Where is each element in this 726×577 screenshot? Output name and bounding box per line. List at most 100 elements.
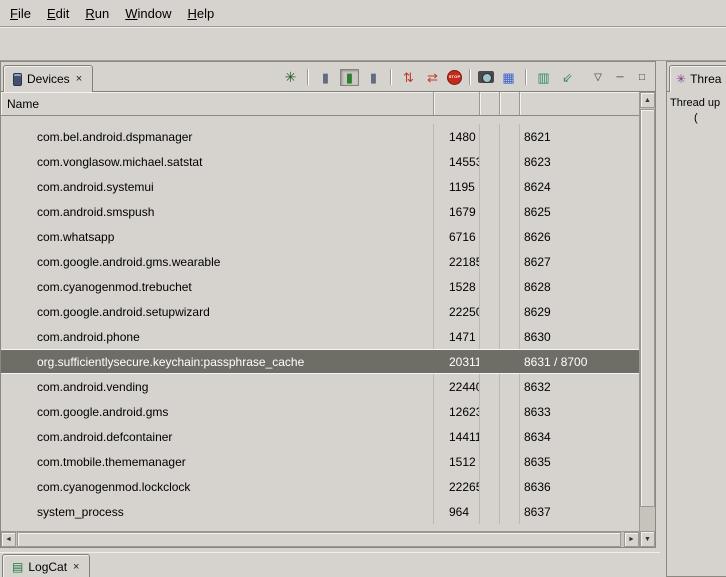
devices-toolbar: ✳ ▮ ▮ ▮ ⇅ ⇄ STOP ▦ ▥ ⇙ <box>281 69 577 86</box>
device-col-spacer <box>500 199 520 224</box>
menu-help[interactable]: Help <box>179 2 222 25</box>
menu-window[interactable]: Window <box>117 2 179 25</box>
device-process-name: com.google.android.gms <box>1 399 434 424</box>
menu-edit[interactable]: Edit <box>39 2 77 25</box>
minimize-icon[interactable]: ─ <box>613 72 627 83</box>
horizontal-scrollbar[interactable]: ◄ ► <box>1 531 639 547</box>
scroll-up-icon[interactable]: ▲ <box>640 92 655 108</box>
device-table-body: com.bel.android.dspmanager 1480 8621 com… <box>1 116 639 530</box>
device-pid: 22265 <box>434 474 480 499</box>
device-col-spacer <box>500 149 520 174</box>
device-col-spacer <box>500 124 520 149</box>
threads-panel: ✳ Threa Thread up ( <box>666 61 726 577</box>
scroll-down-icon[interactable]: ▼ <box>640 531 655 547</box>
device-pid: 1512 <box>434 449 480 474</box>
device-pid: 6716 <box>434 224 480 249</box>
com.android.phone[interactable]: com.android.phone 1471 8630 <box>1 324 639 349</box>
scroll-right-icon[interactable]: ► <box>624 532 639 547</box>
device-col-spacer <box>500 399 520 424</box>
device-process-name: com.bel.android.dspmanager <box>1 124 434 149</box>
device-col-spacer <box>480 399 500 424</box>
capture-systrace-icon[interactable]: ▥ <box>534 69 553 86</box>
show-heap-updates-icon[interactable]: ▮ <box>340 69 359 86</box>
toolbar-separator <box>469 69 471 85</box>
device-pid: 22440 <box>434 374 480 399</box>
close-icon[interactable]: × <box>72 561 80 573</box>
device-col-spacer <box>480 149 500 174</box>
com.whatsapp[interactable]: com.whatsapp 6716 8626 <box>1 224 639 249</box>
logcat-bar: ▤ LogCat × <box>0 552 660 577</box>
tab-logcat-label: LogCat <box>28 560 67 574</box>
column-header-spacer[interactable] <box>480 92 500 115</box>
device-col-spacer <box>500 299 520 324</box>
com.android.smspush[interactable]: com.android.smspush 1679 8625 <box>1 199 639 224</box>
device-port: 8627 <box>520 249 639 274</box>
device-col-spacer <box>500 424 520 449</box>
cause-gc-icon[interactable]: ▮ <box>364 69 383 86</box>
threads-tabbar: ✳ Threa <box>667 62 726 92</box>
device-process-name: org.sufficientlysecure.keychain:passphra… <box>1 350 434 373</box>
com.android.defcontainer[interactable]: com.android.defcontainer 14411 8634 <box>1 424 639 449</box>
device-col-spacer <box>500 224 520 249</box>
device-process-name: com.android.phone <box>1 324 434 349</box>
vertical-scrollbar[interactable]: ▲ ▼ <box>639 92 655 547</box>
device-col-spacer <box>500 499 520 524</box>
column-header-port[interactable] <box>520 92 639 115</box>
com.cyanogenmod.lockclock[interactable]: com.cyanogenmod.lockclock 22265 8636 <box>1 474 639 499</box>
device-process-name: com.google.android.setupwizard <box>1 299 434 324</box>
com.google.android.gms[interactable]: com.google.android.gms 12623 8633 <box>1 399 639 424</box>
device-port: 8634 <box>520 424 639 449</box>
horizontal-scroll-thumb[interactable] <box>17 532 621 547</box>
device-col-spacer <box>500 374 520 399</box>
device-col-spacer <box>480 199 500 224</box>
column-header-pid[interactable] <box>434 92 480 115</box>
vertical-scroll-thumb[interactable] <box>640 109 655 507</box>
logcat-icon: ▤ <box>12 560 23 574</box>
close-icon[interactable]: × <box>75 73 83 85</box>
column-header-spacer[interactable] <box>500 92 520 115</box>
column-header-name[interactable]: Name <box>1 92 434 115</box>
device-col-spacer <box>480 424 500 449</box>
tab-devices[interactable]: Devices × <box>3 65 93 92</box>
method-profiling-icon[interactable]: ⇄ <box>423 69 442 86</box>
com.google.android.gms.wearable[interactable]: com.google.android.gms.wearable 22185 86… <box>1 249 639 274</box>
tab-logcat[interactable]: ▤ LogCat × <box>2 554 90 577</box>
org.sufficientlysecure.keychain:passphrase_cache[interactable]: org.sufficientlysecure.keychain:passphra… <box>1 349 639 374</box>
device-process-name: com.android.systemui <box>1 174 434 199</box>
com.google.android.setupwizard[interactable]: com.google.android.setupwizard 22250 862… <box>1 299 639 324</box>
com.bel.android.dspmanager[interactable]: com.bel.android.dspmanager 1480 8621 <box>1 124 639 149</box>
update-threads-icon[interactable]: ⇅ <box>399 69 418 86</box>
devices-view-tools: ✳ ▮ ▮ ▮ ⇅ ⇄ STOP ▦ ▥ ⇙ ▽ ─ □ <box>281 62 649 92</box>
com.tmobile.thememanager[interactable]: com.tmobile.thememanager 1512 8635 <box>1 449 639 474</box>
device-col-spacer <box>480 249 500 274</box>
com.android.vending[interactable]: com.android.vending 22440 8632 <box>1 374 639 399</box>
device-port: 8633 <box>520 399 639 424</box>
main-toolbar <box>0 27 726 61</box>
device-port: 8632 <box>520 374 639 399</box>
device-port: 8624 <box>520 174 639 199</box>
debug-process-icon[interactable]: ✳ <box>281 69 300 86</box>
com.vonglasow.michael.satstat[interactable]: com.vonglasow.michael.satstat 14553 8623 <box>1 149 639 174</box>
device-port: 8623 <box>520 149 639 174</box>
screen-capture-icon[interactable] <box>478 71 494 83</box>
view-menu-icon[interactable]: ▽ <box>591 72 605 83</box>
threads-icon: ✳ <box>676 72 686 86</box>
update-heap-icon[interactable]: ▮ <box>316 69 335 86</box>
toolbar-separator <box>307 69 309 85</box>
opengl-trace-icon[interactable]: ⇙ <box>558 69 577 86</box>
system_process[interactable]: system_process 964 8637 <box>1 499 639 524</box>
device-pid: 12623 <box>434 399 480 424</box>
device-col-spacer <box>480 274 500 299</box>
device-port: 8631 / 8700 <box>520 350 639 373</box>
com.android.systemui[interactable]: com.android.systemui 1195 8624 <box>1 174 639 199</box>
scroll-left-icon[interactable]: ◄ <box>1 532 16 547</box>
menu-run[interactable]: Run <box>77 2 117 25</box>
com.cyanogenmod.trebuchet[interactable]: com.cyanogenmod.trebuchet 1528 8628 <box>1 274 639 299</box>
stop-process-icon[interactable]: STOP <box>447 70 462 85</box>
maximize-icon[interactable]: □ <box>635 72 649 83</box>
tab-threads[interactable]: ✳ Threa <box>669 65 726 92</box>
dump-view-hierarchy-icon[interactable]: ▦ <box>499 69 518 86</box>
device-port: 8626 <box>520 224 639 249</box>
menu-file[interactable]: File <box>2 2 39 25</box>
device-col-spacer <box>500 449 520 474</box>
